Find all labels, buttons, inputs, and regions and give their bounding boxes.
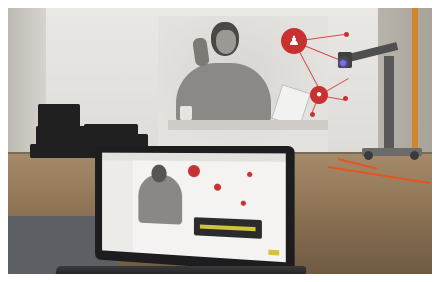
mural-cup [180,106,192,120]
people-group-icon: ♟ [281,28,307,54]
photo-frame: ♟ ● [8,8,432,274]
laptop-base [55,266,307,274]
screen-network-node [240,200,246,206]
screen-person-head [151,164,167,183]
screen-button [268,249,280,256]
robot-wheel [364,151,373,160]
robot-wheel [410,151,419,160]
robot-indicator-light [340,60,346,66]
robot-column [384,56,394,148]
equipment-case [36,126,86,146]
screen-network-node [213,183,222,191]
network-node-dot [343,96,348,101]
car-icon: ● [310,86,328,104]
network-node-dot [310,112,315,117]
mural-person-face [216,30,236,54]
mural-desk [168,120,328,130]
screen-sidebar [102,160,133,253]
laptop-lid [95,145,295,274]
equipment-case [38,104,80,128]
laptop-screen [102,152,286,263]
network-node-dot [344,32,349,37]
screen-network-node [188,164,200,178]
door-frame [412,8,418,158]
screen-network-node [247,171,253,178]
